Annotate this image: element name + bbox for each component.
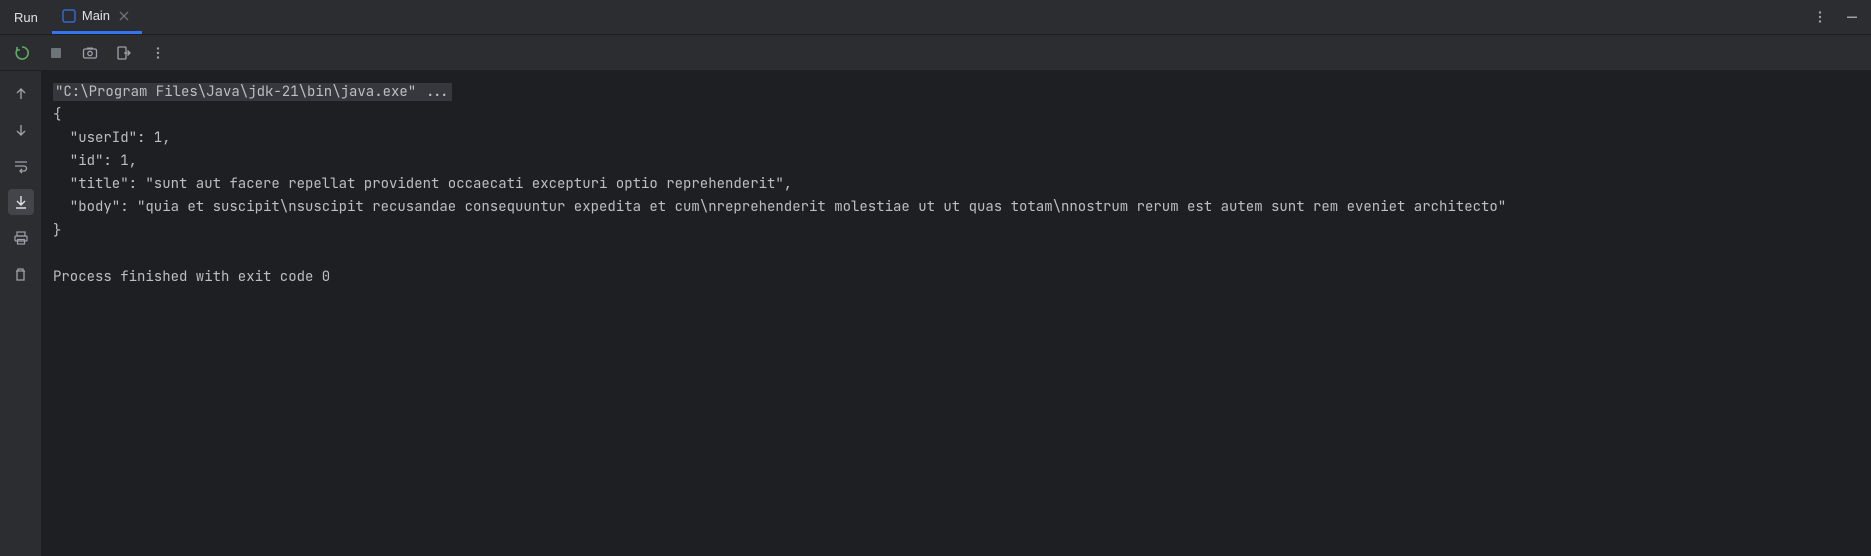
output-line: } [53,222,61,240]
minimize-panel-button[interactable] [1841,6,1863,28]
console-gutter [0,71,41,556]
console-output[interactable]: "C:\Program Files\Java\jdk-21\bin\java.e… [41,71,1871,556]
more-actions-button[interactable] [148,43,168,63]
close-tab-button[interactable] [116,8,132,24]
run-tab-main[interactable]: Main [52,0,142,34]
stop-button[interactable] [46,43,66,63]
output-line: "body": "quia et suscipit\nsuscipit recu… [53,198,1506,216]
header-right-controls [1809,6,1863,28]
soft-wrap-button[interactable] [8,153,34,179]
exit-button[interactable] [114,43,134,63]
run-panel-title: Run [0,10,52,25]
run-body: "C:\Program Files\Java\jdk-21\bin\java.e… [0,71,1871,556]
screenshot-button[interactable] [80,43,100,63]
command-line: "C:\Program Files\Java\jdk-21\bin\java.e… [53,83,452,101]
output-line: "userId": 1, [53,129,171,147]
scroll-to-end-button[interactable] [8,189,34,215]
print-button[interactable] [8,225,34,251]
up-arrow-button[interactable] [8,81,34,107]
application-icon [62,9,76,23]
run-panel-header: Run Main [0,0,1871,35]
output-line: "title": "sunt aut facere repellat provi… [53,175,792,193]
run-tab-label: Main [82,8,110,23]
down-arrow-button[interactable] [8,117,34,143]
rerun-button[interactable] [12,43,32,63]
output-line: "id": 1, [53,152,137,170]
run-toolbar [0,35,1871,71]
output-line: { [53,106,61,124]
options-menu-button[interactable] [1809,6,1831,28]
exit-message: Process finished with exit code 0 [53,268,330,286]
clear-all-button[interactable] [8,261,34,287]
